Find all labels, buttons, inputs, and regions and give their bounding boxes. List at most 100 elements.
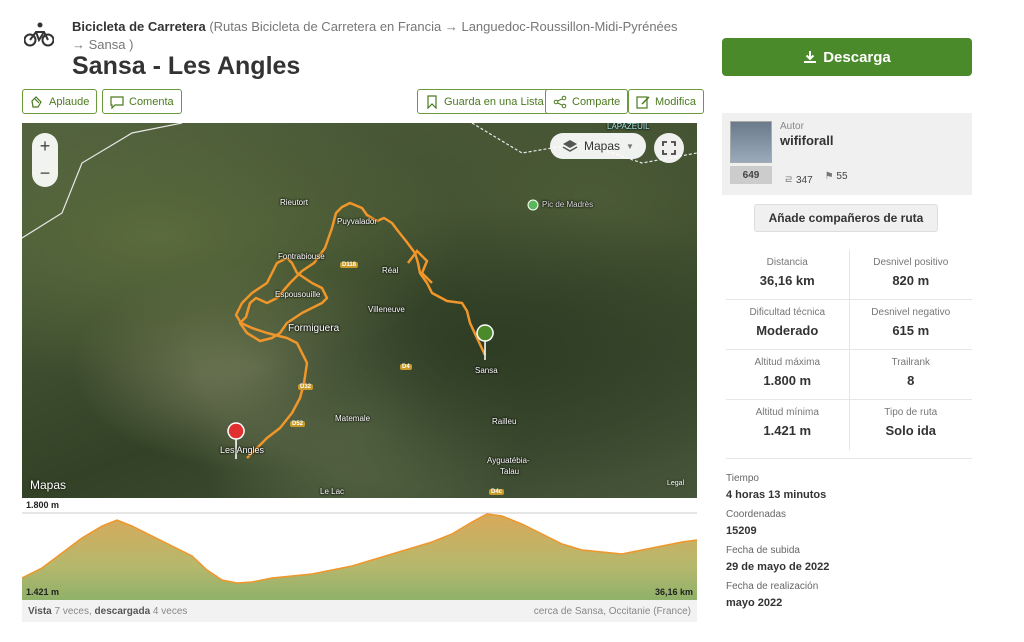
peak-marker-icon [527,199,539,211]
info-label: Tiempo [726,473,759,484]
place-label: Villeneuve [368,305,405,314]
legal-link[interactable]: Legal [667,480,684,487]
road-bike-icon [24,22,54,47]
zoom-in-button[interactable]: + [40,136,51,157]
downloads-label: descargada [94,605,151,617]
place-label: Matemale [335,414,371,423]
elevation-profile[interactable]: 1.800 m 1.421 m 36,16 km [22,498,697,600]
stat-elevation-loss: Desnivel negativo 615 m [848,300,973,349]
road-label: D118 [340,262,359,268]
stat-value: 820 m [892,273,930,288]
stat-label: Dificultad técnica [749,307,826,318]
trail-footer: Vista 7 veces, descargada 4 veces cerca … [22,600,697,622]
stats-row: Dificultad técnica Moderado Desnivel nega… [726,300,972,350]
place-label: LAPAZEUIL [607,123,650,131]
stat-value: Solo ida [885,423,937,438]
stat-route-type: Tipo de ruta Solo ida [848,400,973,450]
stat-label: Desnivel negativo [871,307,951,318]
info-value: 4 horas 13 minutos [726,489,827,501]
stat-label: Altitud mínima [755,407,819,418]
stat-label: Altitud máxima [754,357,821,368]
place-label: Fontrabiouse [278,252,325,261]
location-text: cerca de Sansa, Occitanie (France) [533,605,691,617]
place-label: Railleu [492,417,517,426]
comment-button[interactable]: Comenta [102,89,182,114]
edit-label: Modifica [655,95,696,108]
stat-label: Distancia [766,257,808,268]
info-value: 29 de mayo de 2022 [726,561,830,573]
share-button[interactable]: Comparte [545,89,629,114]
edit-button[interactable]: Modifica [628,89,704,114]
zoom-control: + − [32,133,58,187]
comment-label: Comenta [129,95,174,108]
trail-stats: Distancia 36,16 km Desnivel positivo 820 m… [726,250,972,450]
stat-label: Tipo de ruta [884,407,938,418]
max-altitude-label: 1.800 m [26,500,60,510]
place-label: Pic de Madrès [542,200,594,209]
stat-elevation-gain: Desnivel positivo 820 m [848,250,973,299]
edit-icon [636,95,650,109]
elevation-chart [22,512,697,600]
stats-row: Altitud mínima 1.421 m Tipo de ruta Solo i… [726,400,972,450]
info-value: mayo 2022 [726,597,783,609]
save-list-button[interactable]: Guarda en una Lista [417,89,552,114]
info-label: Fecha de realización [726,581,819,592]
map-layer-button[interactable]: Mapas ▼ [550,133,646,159]
place-label: Ayguatébia- [487,456,530,465]
add-mates-button[interactable]: Añade compañeros de ruta [754,204,938,232]
place-label: Le Lac [320,487,345,496]
stat-value: 8 [907,373,915,388]
road-label: D4 [400,364,412,370]
author-followers-count: 55 [836,171,848,182]
fullscreen-button[interactable] [654,133,684,163]
road-label: D52 [290,421,306,427]
flag-icon: ⚑ [824,171,834,182]
info-label: Fecha de subida [726,545,800,556]
views-label: Vista [28,605,52,617]
stat-label: Desnivel positivo [873,257,949,268]
road-label: D4c [489,489,505,495]
distance-label: 36,16 km [654,587,693,597]
download-button[interactable]: Descarga [722,38,972,76]
stat-min-altitude: Altitud mínima 1.421 m [726,400,849,450]
author-label: Autor [780,121,804,132]
place-label: Espousouille [275,290,321,299]
place-label: Talau [500,467,520,476]
author-name[interactable]: wififorall [780,133,833,148]
applaud-label: Aplaude [49,95,90,108]
maps-attribution: Mapas [30,478,67,492]
author-avatar[interactable] [730,121,772,163]
download-icon [804,51,817,63]
downloads-value: 4 veces [152,605,188,617]
author-trails-count: 347 [795,175,813,186]
place-label: Puyvalador [337,217,378,226]
author-followers: ⚑ 55 [825,171,848,186]
map-layer-label: Mapas [584,139,621,153]
zoom-out-button[interactable]: − [40,163,51,184]
breadcrumb: Bicicleta de Carretera (Rutas Bicicleta … [72,18,692,54]
stat-difficulty: Dificultad técnica Moderado [726,300,849,349]
author-rank: 649 [730,166,772,184]
place-label: Les Angles [220,445,265,455]
place-label: Rieutort [280,198,309,207]
comment-icon [110,95,124,109]
stat-value: 36,16 km [759,273,815,288]
layers-icon [562,140,578,152]
save-list-label: Guarda en una Lista [444,95,544,108]
page-title: Sansa - Les Angles [72,52,301,80]
stat-trailrank: Trailrank 8 [848,350,973,399]
route-map[interactable]: LAPAZEUIL Rieutort Puyvalador Pic de Mad… [22,123,697,498]
download-label: Descarga [823,48,891,66]
share-label: Comparte [572,95,621,108]
place-label: Réal [382,266,399,275]
stat-value: Moderado [756,323,819,338]
stat-value: 1.421 m [763,423,812,438]
applaud-button[interactable]: Aplaude [22,89,98,114]
stat-value: 615 m [892,323,930,338]
author-trails: ㄹ 347 [784,171,813,186]
road-label: D32 [298,384,314,390]
stat-max-altitude: Altitud máxima 1.800 m [726,350,849,399]
activity-link[interactable]: Bicicleta de Carretera [72,19,206,34]
trail-info: Tiempo 4 horas 13 minutos Coordenadas 15… [726,469,972,617]
map-overlay [22,123,697,460]
